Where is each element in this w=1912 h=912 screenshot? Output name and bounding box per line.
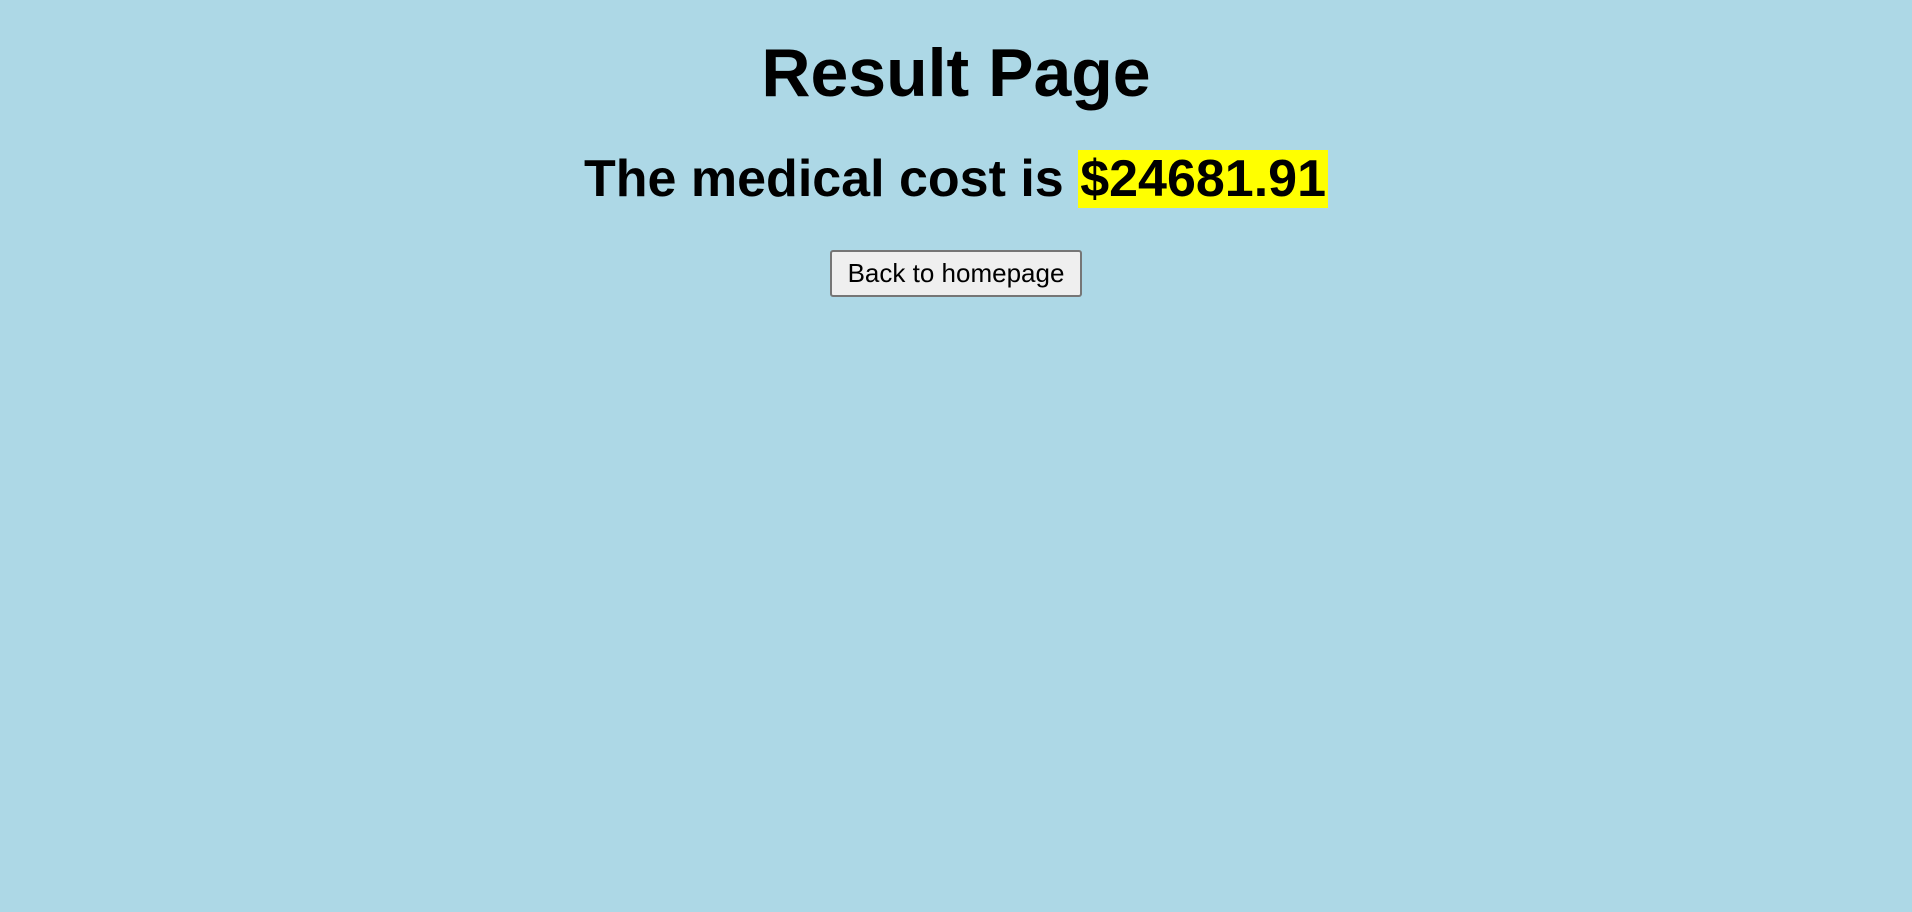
- medical-cost-line: The medical cost is $24681.91: [34, 146, 1878, 212]
- result-page: Result Page The medical cost is $24681.9…: [34, 0, 1878, 297]
- button-container: Back to homepage: [34, 250, 1878, 297]
- back-to-homepage-button[interactable]: Back to homepage: [829, 250, 1083, 297]
- medical-cost-value: $24681.91: [1078, 150, 1328, 208]
- page-title: Result Page: [761, 35, 1151, 111]
- medical-cost-label: The medical cost is: [584, 150, 1064, 208]
